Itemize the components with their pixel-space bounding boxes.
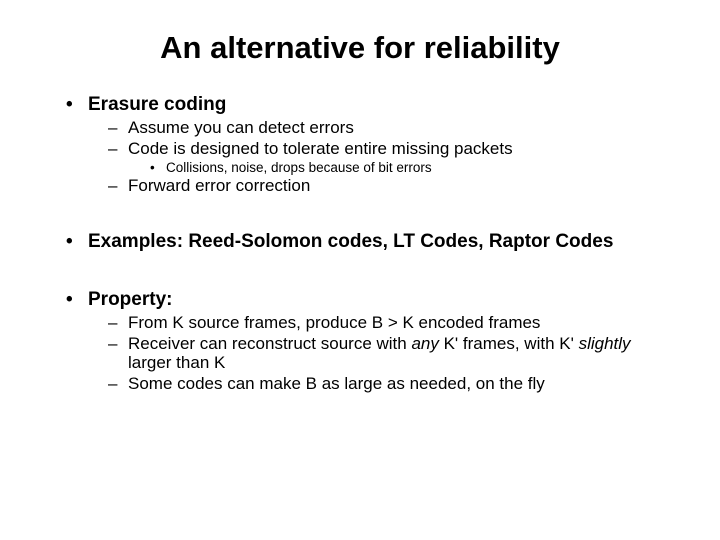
- text-seg: larger than K: [128, 353, 225, 372]
- bullet-dot-icon: •: [150, 160, 166, 175]
- bullet-dot-icon: •: [66, 94, 88, 116]
- text-seg: Receiver can reconstruct source with: [128, 334, 411, 353]
- text-seg: K' frames, with K': [439, 334, 579, 353]
- dash-icon: –: [108, 334, 128, 354]
- subpoint-text: Code is designed to tolerate entire miss…: [128, 139, 513, 158]
- subsubpoint: •Collisions, noise, drops because of bit…: [150, 160, 670, 175]
- dash-icon: –: [108, 139, 128, 159]
- bullet-examples: •Examples: Reed-Solomon codes, LT Codes,…: [66, 231, 670, 253]
- spacer: [50, 255, 670, 289]
- subpoint-text: Assume you can detect errors: [128, 118, 354, 137]
- subsubpoint-text: Collisions, noise, drops because of bit …: [166, 160, 432, 175]
- bullet-dot-icon: •: [66, 231, 88, 253]
- subpoint: –Assume you can detect errors: [108, 118, 670, 138]
- dash-icon: –: [108, 374, 128, 394]
- bullet-text: Property:: [88, 289, 172, 310]
- spacer: [50, 197, 670, 231]
- subpoint: –Code is designed to tolerate entire mis…: [108, 139, 670, 159]
- subpoint: –Some codes can make B as large as neede…: [108, 374, 670, 394]
- bullet-text: Erasure coding: [88, 94, 226, 115]
- bullet-text: Examples: Reed-Solomon codes, LT Codes, …: [88, 231, 648, 253]
- bullet-erasure-coding: •Erasure coding: [66, 94, 670, 116]
- slide-title: An alternative for reliability: [50, 30, 670, 66]
- slide: An alternative for reliability •Erasure …: [0, 0, 720, 540]
- text-seg-italic: any: [411, 334, 438, 353]
- subpoint-text: Forward error correction: [128, 176, 310, 195]
- dash-icon: –: [108, 118, 128, 138]
- subpoint-text: Receiver can reconstruct source with any…: [128, 334, 668, 373]
- subpoint: –Receiver can reconstruct source with an…: [108, 334, 670, 373]
- dash-icon: –: [108, 313, 128, 333]
- bullet-dot-icon: •: [66, 289, 88, 311]
- dash-icon: –: [108, 176, 128, 196]
- subpoint: –Forward error correction: [108, 176, 670, 196]
- subpoint: –From K source frames, produce B > K enc…: [108, 313, 670, 333]
- subpoint-text: Some codes can make B as large as needed…: [128, 374, 545, 393]
- subpoint-text: From K source frames, produce B > K enco…: [128, 313, 540, 332]
- bullet-property: •Property:: [66, 289, 670, 311]
- text-seg-italic: slightly: [579, 334, 631, 353]
